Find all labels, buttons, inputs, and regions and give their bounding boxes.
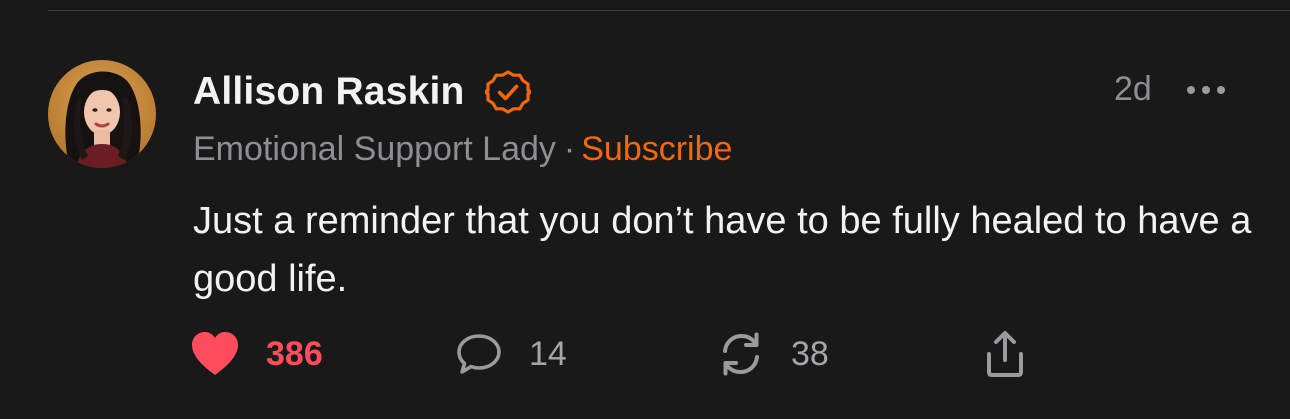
separator: · — [563, 130, 576, 168]
more-icon[interactable] — [1186, 80, 1226, 100]
restack-icon — [717, 331, 765, 377]
publication-row: Emotional Support Lady · Subscribe — [193, 130, 732, 169]
verified-badge-icon — [482, 69, 533, 115]
share-button[interactable] — [983, 330, 1027, 378]
like-count: 386 — [266, 334, 323, 373]
author-row: Allison Raskin — [193, 66, 533, 118]
comment-icon — [455, 331, 503, 377]
like-button[interactable]: 386 — [190, 330, 323, 378]
timestamp: 2d — [1114, 70, 1152, 108]
author-name[interactable]: Allison Raskin — [193, 70, 465, 114]
avatar[interactable] — [48, 60, 156, 168]
comment-button[interactable]: 14 — [455, 330, 567, 378]
comment-count: 14 — [529, 334, 567, 373]
heart-icon — [190, 331, 240, 377]
restack-button[interactable]: 38 — [717, 330, 829, 378]
restack-count: 38 — [791, 334, 829, 373]
post-body: Just a reminder that you don’t have to b… — [193, 200, 1252, 300]
subscribe-link[interactable]: Subscribe — [581, 130, 732, 168]
publication-name[interactable]: Emotional Support Lady — [193, 130, 556, 168]
top-divider — [48, 10, 1290, 11]
share-icon — [983, 330, 1027, 378]
